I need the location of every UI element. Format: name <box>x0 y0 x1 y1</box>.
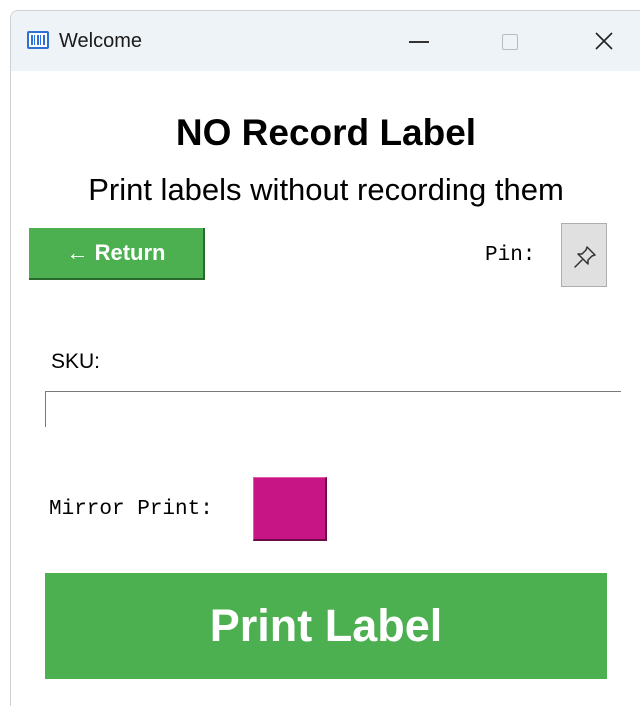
mirror-print-label: Mirror Print: <box>49 498 213 521</box>
barcode-icon <box>27 31 49 49</box>
sku-input[interactable] <box>45 391 621 427</box>
close-button[interactable] <box>573 11 635 71</box>
sku-label: SKU: <box>51 350 101 373</box>
return-button[interactable]: ← Return <box>29 228 205 280</box>
window-title: Welcome <box>59 30 142 52</box>
pin-label: Pin: <box>485 244 536 267</box>
maximize-button[interactable] <box>479 11 541 71</box>
minimize-button[interactable] <box>387 11 449 71</box>
page-title: NO Record Label <box>175 112 477 153</box>
title-bar[interactable]: Welcome <box>11 11 640 71</box>
pin-button[interactable] <box>561 223 607 287</box>
maximize-icon <box>502 34 518 50</box>
close-icon <box>595 32 613 50</box>
pushpin-icon <box>574 246 596 268</box>
page-subtitle: Print labels without recording them <box>88 172 564 207</box>
mirror-print-toggle[interactable] <box>253 477 327 541</box>
minimize-icon <box>409 41 429 43</box>
print-label-button[interactable]: Print Label <box>45 573 607 679</box>
app-window: Welcome NO Record Label Print labels wit… <box>10 10 640 706</box>
